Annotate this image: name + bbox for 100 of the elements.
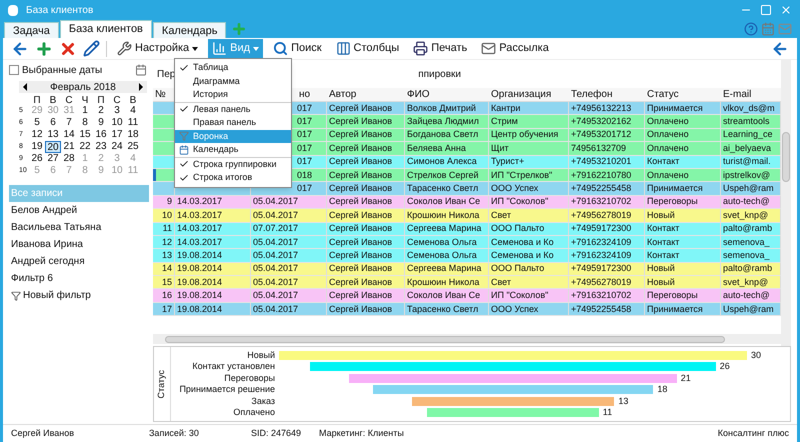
column-header[interactable]: но [299, 87, 310, 102]
calendar-day[interactable]: 9 [93, 117, 109, 129]
table-row[interactable]: 17 19.08.2014 05.04.2017 Сергей Иванов Тарасенко Светл ООО Успех +74952255458 Принимается Uspeh@ram [153, 302, 781, 316]
table-cell: svet_knp@ [723, 278, 768, 287]
calendar-day[interactable]: 23 [93, 141, 109, 153]
table-cell: Принимается [647, 104, 703, 113]
filter-item[interactable]: Иванова Ирина [9, 236, 149, 253]
calendar-day[interactable]: 22 [77, 141, 93, 153]
calendar-day[interactable]: 16 [93, 129, 109, 141]
checkbox[interactable] [9, 65, 19, 75]
calendar-day[interactable]: 21 [61, 141, 77, 153]
prev-month-icon[interactable] [23, 83, 27, 91]
menu-item[interactable]: Правая панель [175, 116, 291, 130]
menu-item[interactable]: Строка итогов [175, 171, 291, 184]
table-cell: +74952255458 [571, 184, 632, 194]
table-cell: Learning_ce [723, 130, 773, 140]
filter-item[interactable]: Фильтр 6 [9, 270, 149, 287]
calendar-day[interactable]: 1 [77, 105, 93, 117]
calendar-day[interactable]: 13 [45, 129, 61, 141]
row-marker [153, 168, 156, 182]
toolbar-button[interactable]: Поиск [269, 38, 326, 58]
calendar-day[interactable]: 4 [125, 105, 141, 117]
back-icon[interactable] [11, 40, 29, 58]
table-cell: Свет [491, 210, 512, 220]
menu-item[interactable]: История [175, 88, 291, 102]
menu-item[interactable]: Левая панель [175, 102, 291, 116]
table-row[interactable]: 13 19.08.2014 05.04.2017 Сергей Иванов Семенова Ольга Семенова и Ко +79162324109 Контакт semenova_ [153, 249, 781, 263]
calendar-day[interactable]: 7 [61, 117, 77, 129]
table-row[interactable]: 16 19.08.2014 05.04.2017 Сергей Иванов Соколов Иван Се ИП "Соколов" +79163210702 Переговоры auto-tech@ [153, 289, 781, 303]
calendar-day[interactable]: 2 [93, 105, 109, 117]
pencil-icon[interactable] [83, 40, 100, 57]
calendar-day[interactable]: 3 [109, 105, 125, 117]
toolbar-button[interactable]: Рассылка [477, 38, 553, 58]
table-row[interactable]: 15 19.08.2014 05.04.2017 Сергей Иванов Крошюин Никола Свет +74956278019 Новый svet_knp@ [153, 276, 781, 290]
calendar-day[interactable]: 15 [77, 129, 93, 141]
help-icon[interactable] [744, 22, 758, 36]
calendar-day[interactable]: 19 [29, 141, 45, 153]
table-cell: Семенова Ольга [407, 250, 477, 260]
table-cell: Переговоры [647, 197, 698, 206]
tab[interactable]: Календарь [152, 22, 226, 38]
calendar-day[interactable]: 11 [125, 117, 141, 129]
table-row[interactable]: 017 Сергей Иванов Тарасенко Светл ООО Успех +74952255458 Принимается Uspeh@ram [153, 182, 781, 196]
wrench-icon [117, 41, 132, 56]
calendar-day[interactable]: 20 [45, 141, 61, 153]
calendar-day[interactable]: 26 [29, 153, 45, 165]
horizontal-scrollbar[interactable] [153, 334, 781, 344]
calendar-day[interactable]: 14 [61, 129, 77, 141]
calendar-day[interactable]: 25 [125, 141, 141, 153]
column-header[interactable]: Организация [491, 87, 552, 102]
table-row[interactable]: 11 14.03.2017 07.07.2017 Сергей Иванов Сергеева Марина ООО Пальто +74959172300 Контакт palto@ramb [153, 222, 781, 236]
column-header[interactable]: Статус [647, 87, 679, 102]
menu-item[interactable]: Диаграмма [175, 74, 291, 88]
toolbar-button[interactable]: Столбцы [332, 38, 404, 58]
calendar-day[interactable]: 12 [29, 129, 45, 141]
table-cell: Тарасенко Светл [407, 304, 478, 314]
menu-item[interactable]: Календарь [175, 143, 291, 156]
column-header[interactable]: ФИО [407, 87, 430, 102]
table-row[interactable]: 14 19.08.2014 05.04.2017 Сергей Иванов Сергеева Марина ООО Пальто +74959172300 Новый palto@ramb [153, 262, 781, 276]
column-header[interactable]: № [155, 87, 166, 102]
filter-item[interactable]: Андрей сегодня [9, 253, 149, 270]
add-icon[interactable] [35, 40, 53, 58]
calendar-day[interactable]: 10 [109, 117, 125, 129]
column-header[interactable]: Автор [329, 87, 356, 102]
calendar-day[interactable]: 6 [45, 117, 61, 129]
table-cell: +74959172300 [571, 264, 632, 274]
menu-item[interactable]: Таблица [175, 61, 291, 74]
calendar-icon[interactable] [135, 64, 147, 76]
calendar-day[interactable]: 17 [109, 129, 125, 141]
column-header[interactable]: E-mail [723, 87, 752, 102]
tab[interactable]: База клиентов [60, 20, 152, 38]
table-cell: svet_knp@ [723, 210, 768, 220]
maximize-icon[interactable] [760, 4, 772, 16]
month-label: Февраль 2018 [49, 80, 117, 94]
calendar-day[interactable]: 28 [61, 153, 77, 165]
table-cell: 14.03.2017 [177, 224, 222, 234]
filter-item[interactable]: Белов Андрей [9, 202, 149, 219]
search-icon [273, 41, 288, 56]
new-filter-link[interactable]: Новый фильтр [23, 288, 91, 303]
table-cell: Сергей Иванов [329, 117, 392, 126]
calendar-day[interactable]: 24 [109, 141, 125, 153]
calendar-day[interactable]: 5 [29, 117, 45, 129]
collapse-icon[interactable] [771, 40, 789, 58]
close-icon[interactable] [780, 4, 792, 16]
calendar-day[interactable]: 8 [77, 117, 93, 129]
vertical-scrollbar[interactable] [781, 60, 791, 346]
stage-label: Принимается решение [178, 383, 276, 396]
table-cell: 05.04.2017 [253, 238, 298, 247]
table-cell: 017 [297, 104, 312, 113]
column-header[interactable]: Телефон [571, 87, 612, 102]
next-month-icon[interactable] [139, 83, 143, 91]
calendar-day[interactable]: 27 [45, 153, 61, 165]
mail-icon [481, 41, 496, 56]
tab[interactable]: Задача [4, 22, 59, 38]
toolbar-button[interactable]: Печать [409, 38, 472, 58]
table-row[interactable]: 9 14.03.2017 05.04.2017 Сергей Иванов Соколов Иван Се ИП "Соколов" +79163210702 Переговоры auto-tech@ [153, 196, 781, 210]
table-row[interactable]: 12 14.03.2017 05.04.2017 Сергей Иванов Семенова Ольга Семенова и Ко +79162324109 Контакт semenova_ [153, 236, 781, 250]
filter-item[interactable]: Васильева Татьяна [9, 219, 149, 236]
calendar-day[interactable]: 18 [125, 129, 141, 141]
table-row[interactable]: 10 14.03.2017 05.04.2017 Сергей Иванов Крошюин Никола Свет +74956278019 Новый svet_knp@ [153, 209, 781, 223]
menu-item[interactable]: Строка группировки [175, 158, 291, 171]
